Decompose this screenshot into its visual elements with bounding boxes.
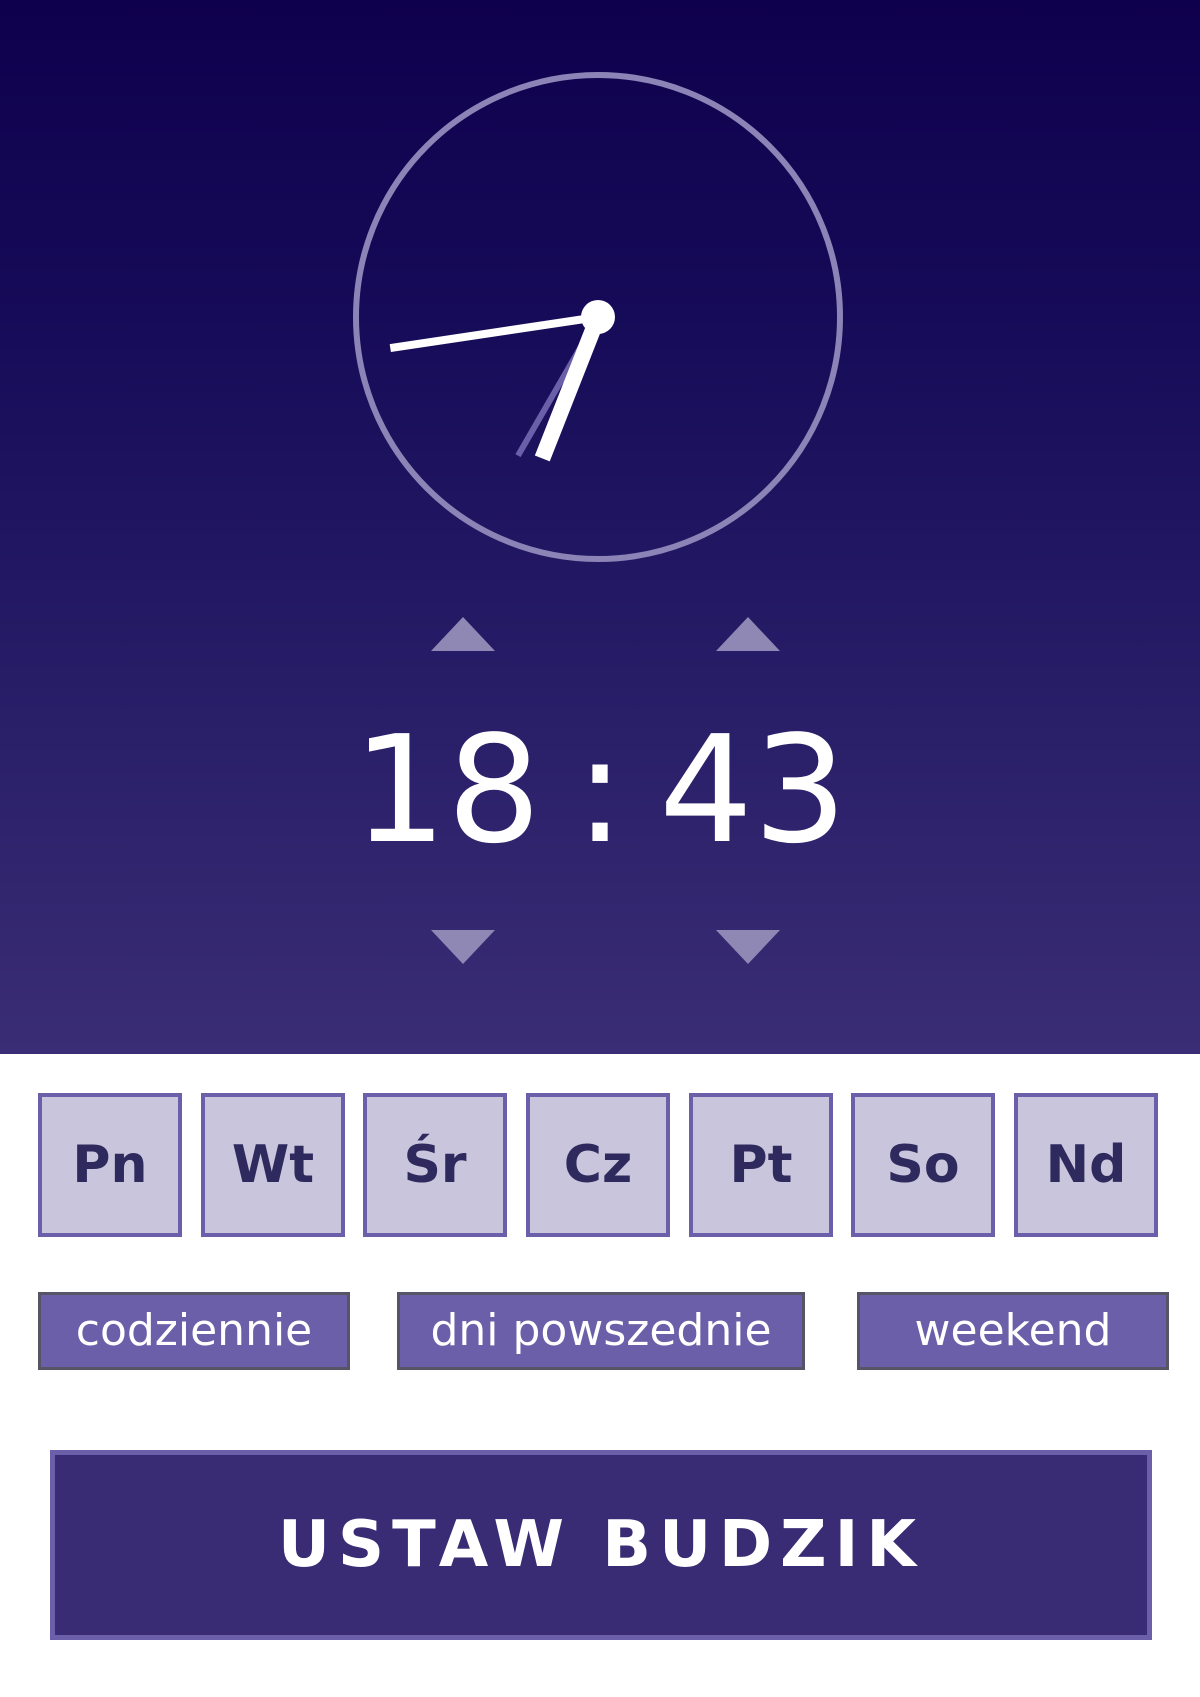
- hours-value[interactable]: 18: [353, 700, 541, 880]
- analog-clock: [353, 72, 843, 562]
- minutes-value[interactable]: 43: [659, 700, 847, 880]
- day-toggle-wednesday[interactable]: Śr: [363, 1093, 507, 1237]
- preset-weekend-button[interactable]: weekend: [857, 1292, 1169, 1370]
- minutes-up-arrow-icon[interactable]: [716, 617, 780, 651]
- preset-everyday-button[interactable]: codziennie: [38, 1292, 350, 1370]
- clock-hour-hand: [534, 314, 606, 462]
- alarm-time-panel: 18:43: [0, 0, 1200, 1054]
- time-separator: :: [575, 704, 625, 876]
- clock-center-pin: [581, 300, 615, 334]
- clock-minute-hand: [389, 313, 599, 352]
- day-toggle-thursday[interactable]: Cz: [526, 1093, 670, 1237]
- time-readout: 18:43: [0, 700, 1200, 880]
- hours-down-arrow-icon[interactable]: [431, 930, 495, 964]
- hours-up-arrow-icon[interactable]: [431, 617, 495, 651]
- day-toggle-friday[interactable]: Pt: [689, 1093, 833, 1237]
- day-toggle-monday[interactable]: Pn: [38, 1093, 182, 1237]
- minutes-down-arrow-icon[interactable]: [716, 930, 780, 964]
- set-alarm-button[interactable]: USTAW BUDZIK: [50, 1450, 1152, 1640]
- preset-weekdays-button[interactable]: dni powszednie: [397, 1292, 805, 1370]
- day-toggle-sunday[interactable]: Nd: [1014, 1093, 1158, 1237]
- day-toggle-tuesday[interactable]: Wt: [201, 1093, 345, 1237]
- day-toggle-saturday[interactable]: So: [851, 1093, 995, 1237]
- weekday-selector: Pn Wt Śr Cz Pt So Nd: [38, 1093, 1160, 1237]
